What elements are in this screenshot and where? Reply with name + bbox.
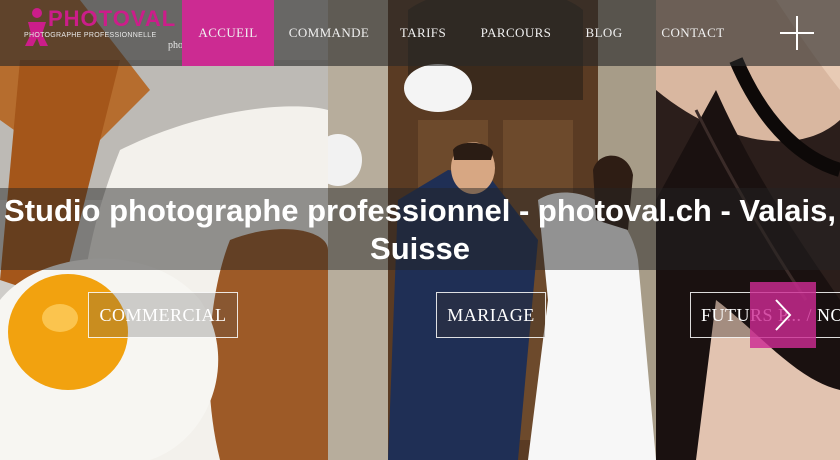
- nav-item-label: COMMANDE: [288, 25, 370, 40]
- site-header: PHOTOVAL PHOTOGRAPHE PROFESSIONNELLE pho…: [0, 0, 840, 66]
- logo-tagline: PHOTOGRAPHE PROFESSIONNELLE: [24, 32, 157, 39]
- nav-item-label: BLOG: [585, 25, 623, 40]
- nav-item-label: CONTACT: [661, 25, 725, 40]
- nav-item-tarifs[interactable]: TARIFS: [384, 0, 462, 66]
- nav-item-label: PARCOURS: [480, 25, 552, 40]
- nav-item-parcours[interactable]: PARCOURS: [462, 0, 570, 66]
- slider-next-button[interactable]: [750, 282, 816, 348]
- nav-item-accueil[interactable]: ACCUEIL: [182, 0, 274, 66]
- nav-item-commande[interactable]: COMMANDE: [274, 0, 384, 66]
- nav-item-blog[interactable]: BLOG: [570, 0, 638, 66]
- photoval-logo[interactable]: PHOTOVAL PHOTOGRAPHE PROFESSIONNELLE: [22, 4, 175, 48]
- logo-wordmark: PHOTOVAL: [48, 6, 177, 31]
- category-label: COMMERCIAL: [99, 304, 227, 325]
- main-nav: ACCUEIL COMMANDE TARIFS PARCOURS BLOG CO…: [182, 0, 748, 66]
- category-button-commercial[interactable]: COMMERCIAL: [88, 292, 238, 338]
- nav-item-label: ACCUEIL: [198, 25, 258, 40]
- plus-icon[interactable]: [780, 16, 814, 50]
- category-label: MARIAGE: [447, 304, 535, 325]
- nav-item-label: TARIFS: [399, 25, 447, 40]
- chevron-right-icon: [775, 299, 792, 331]
- nav-item-contact[interactable]: CONTACT: [638, 0, 748, 66]
- hero-title: Studio photographe professionnel - photo…: [4, 193, 836, 266]
- category-button-mariage[interactable]: MARIAGE: [436, 292, 546, 338]
